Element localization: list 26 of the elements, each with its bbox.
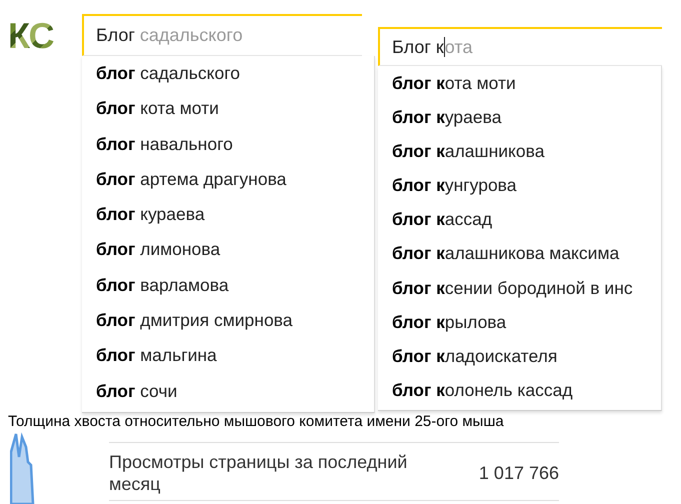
suggestion-item[interactable]: блог крылова xyxy=(378,304,661,339)
suggestion-item[interactable]: блог кураева xyxy=(82,197,374,232)
suggestion-item[interactable]: блог калашникова максима xyxy=(378,236,661,271)
suggestion-item[interactable]: блог кураева xyxy=(378,100,661,134)
suggestion-item[interactable]: блог кассад xyxy=(378,202,661,236)
suggestion-item[interactable]: блог сочи xyxy=(82,374,374,409)
sparkline-chart xyxy=(10,432,36,504)
suggestion-item[interactable]: блог лимонова xyxy=(82,232,374,268)
suggestion-item[interactable]: блог кунгурова xyxy=(378,168,661,202)
stat-value: 1 017 766 xyxy=(478,462,559,484)
suggestion-item[interactable]: блог дмитрия смирнова xyxy=(82,303,374,338)
suggestion-item[interactable]: блог артема драгунова xyxy=(82,162,374,198)
search-field[interactable]: Блог садальского xyxy=(82,14,362,56)
suggestion-item[interactable]: блог мальгина xyxy=(82,338,374,374)
suggestion-item[interactable]: блог калашникова xyxy=(378,134,661,168)
suggestion-item[interactable]: блог колонель кассад xyxy=(378,372,661,407)
suggestion-item[interactable]: блог ксении бородиной в инс xyxy=(378,270,661,305)
caption: Толщина хвоста относительно мышового комитета имени 25-ого мыша xyxy=(8,413,504,430)
suggestion-item[interactable]: блог кота моти xyxy=(378,66,661,100)
suggestion-item[interactable]: блог кота моти xyxy=(82,91,374,127)
suggestion-item[interactable]: блог кладоискателя xyxy=(378,338,661,373)
suggestion-item[interactable]: блог навального xyxy=(82,126,374,162)
search-field[interactable]: Блог кота xyxy=(378,27,662,66)
stat-label: Просмотры страницы за последний месяц xyxy=(109,451,408,495)
suggestion-item[interactable]: блог варламова xyxy=(82,268,374,304)
suggestion-item[interactable]: блог садальского xyxy=(82,56,374,92)
